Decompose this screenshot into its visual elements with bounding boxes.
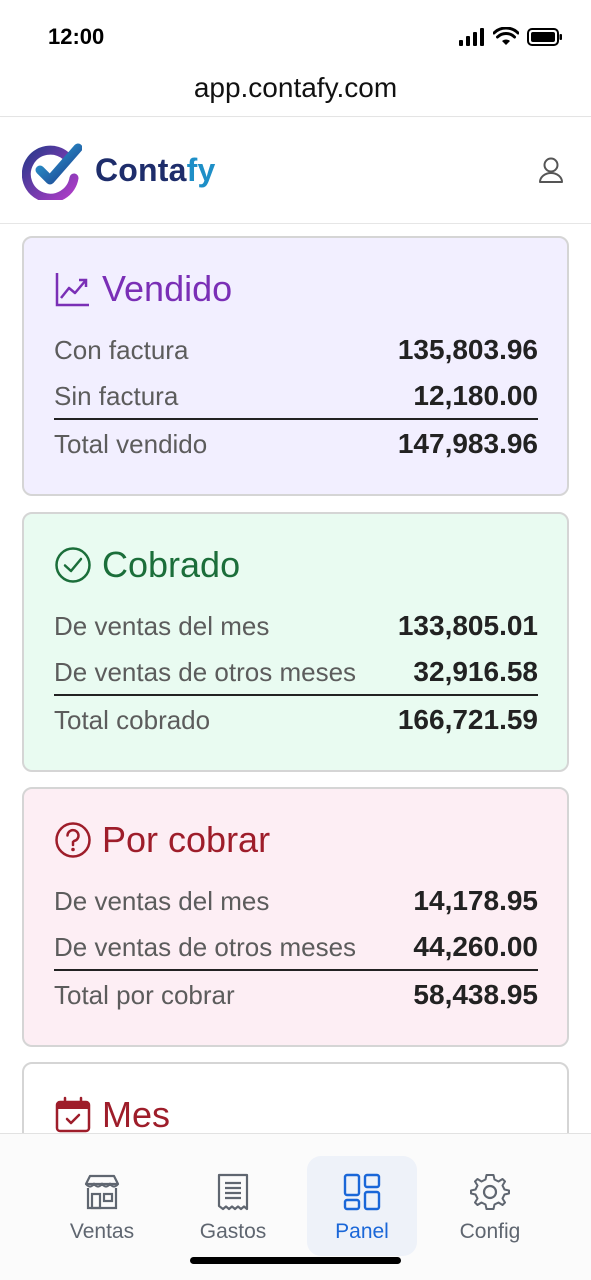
contafy-logo[interactable]	[22, 142, 82, 200]
month-card-title: Mes	[54, 1094, 170, 1134]
row-value: 135,803.96	[397, 334, 538, 365]
pending-title-text: Por cobrar	[102, 819, 271, 860]
url-text: app.contafy.com	[193, 72, 398, 103]
row-label: De ventas de otros meses	[54, 656, 357, 687]
row-label: Con factura	[54, 334, 189, 365]
home-indicator[interactable]	[190, 1257, 401, 1264]
receipt-icon	[217, 1173, 249, 1211]
collected-card: Cobrado De ventas del mes 133,805.01 De …	[22, 512, 569, 772]
gear-icon	[470, 1174, 510, 1210]
pending-row-other-months: De ventas de otros meses 44,260.00	[54, 927, 538, 967]
total-value: 166,721.59	[397, 704, 538, 735]
row-label: De ventas de otros meses	[54, 931, 357, 962]
nav-item-panel[interactable]: Panel	[307, 1156, 417, 1256]
check-circle-icon	[55, 547, 91, 583]
app-header: Contafy	[0, 118, 591, 224]
user-icon[interactable]	[535, 154, 567, 186]
total-value: 147,983.96	[397, 428, 538, 459]
nav-label: Ventas	[69, 1220, 135, 1243]
browser-url-bar[interactable]: app.contafy.com	[0, 62, 591, 117]
trending-up-icon	[55, 273, 89, 307]
pending-row-month: De ventas del mes 14,178.95	[54, 881, 538, 921]
brand-name: Contafy	[95, 152, 216, 189]
nav-label: Gastos	[199, 1220, 267, 1243]
battery-icon	[527, 28, 562, 46]
month-title-text: Mes	[102, 1094, 171, 1134]
row-value: 12,180.00	[413, 380, 538, 411]
collected-card-title: Cobrado	[54, 544, 240, 586]
signal-icon	[459, 28, 484, 46]
pending-row-total: Total por cobrar 58,438.95	[54, 975, 538, 1015]
brand-prefix: Conta	[95, 152, 187, 188]
nav-label: Panel	[335, 1220, 389, 1243]
brand-suffix: fy	[186, 152, 216, 188]
sales-row-with-invoice: Con factura 135,803.96	[54, 330, 538, 370]
collected-row-other-months: De ventas de otros meses 32,916.58	[54, 652, 538, 692]
month-card: Mes	[22, 1062, 569, 1134]
store-icon	[84, 1174, 120, 1210]
sales-row-total: Total vendido 147,983.96	[54, 424, 538, 464]
total-label: Total por cobrar	[54, 979, 235, 1010]
row-value: 14,178.95	[413, 885, 538, 916]
wifi-icon	[493, 27, 519, 45]
status-bar: 12:00	[0, 0, 591, 62]
collected-row-month: De ventas del mes 133,805.01	[54, 606, 538, 646]
status-icons	[459, 27, 563, 47]
row-value: 44,260.00	[413, 931, 538, 962]
dashboard-icon	[343, 1173, 381, 1211]
divider	[54, 694, 538, 696]
calendar-check-icon	[55, 1096, 91, 1133]
collected-row-total: Total cobrado 166,721.59	[54, 700, 538, 740]
row-value: 32,916.58	[413, 656, 538, 687]
sales-card-title: Vendido	[54, 268, 232, 310]
nav-label: Config	[459, 1220, 521, 1243]
collected-title-text: Cobrado	[102, 544, 241, 585]
sales-card: Vendido Con factura 135,803.96 Sin factu…	[22, 236, 569, 496]
nav-item-config[interactable]: Config	[435, 1156, 545, 1256]
row-label: De ventas del mes	[54, 885, 270, 916]
nav-item-gastos[interactable]: Gastos	[178, 1156, 288, 1256]
pending-card: Por cobrar De ventas del mes 14,178.95 D…	[22, 787, 569, 1047]
nav-item-ventas[interactable]: Ventas	[47, 1156, 157, 1256]
question-circle-icon	[55, 822, 91, 858]
row-value: 133,805.01	[397, 610, 538, 641]
status-time: 12:00	[48, 24, 105, 49]
dashboard-content[interactable]: Vendido Con factura 135,803.96 Sin factu…	[0, 224, 591, 1134]
divider	[54, 969, 538, 971]
divider	[54, 418, 538, 420]
pending-card-title: Por cobrar	[54, 819, 270, 861]
total-label: Total cobrado	[54, 704, 211, 735]
total-value: 58,438.95	[413, 979, 538, 1010]
sales-row-without-invoice: Sin factura 12,180.00	[54, 376, 538, 416]
row-label: De ventas del mes	[54, 610, 270, 641]
row-label: Sin factura	[54, 380, 179, 411]
total-label: Total vendido	[54, 428, 208, 459]
sales-title-text: Vendido	[102, 268, 233, 309]
